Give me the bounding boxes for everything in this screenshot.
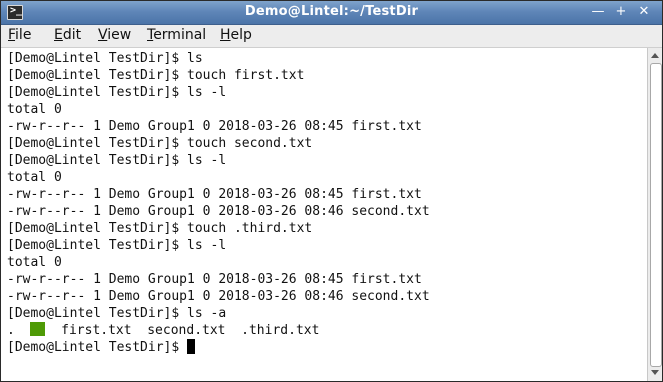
terminal-line: -rw-r--r-- 1 Demo Group1 0 2018-03-26 08… <box>7 187 422 202</box>
terminal-line: [Demo@Lintel TestDir]$ touch .third.txt <box>7 221 313 236</box>
shell-prompt: [Demo@Lintel TestDir]$ <box>7 340 188 355</box>
terminal-line: total 0 <box>7 255 62 270</box>
dot-entry: . <box>7 323 15 338</box>
close-button[interactable]: ✕ <box>634 4 654 20</box>
maximize-button[interactable]: + <box>611 4 631 20</box>
minimize-button[interactable]: — <box>588 4 608 20</box>
menu-view-label: iew <box>107 27 132 43</box>
menu-file-label: ile <box>15 27 32 43</box>
scroll-down-arrow-icon[interactable] <box>651 370 659 375</box>
terminal-window: >_ Demo@Lintel:~/TestDir — + ✕ File Edit… <box>0 0 663 382</box>
menu-file[interactable]: File <box>8 27 31 43</box>
menu-help[interactable]: Help <box>220 27 252 43</box>
menu-help-label: elp <box>230 27 252 43</box>
scroll-up-arrow-icon[interactable] <box>651 53 659 58</box>
file-list: first.txt second.txt .third.txt <box>45 323 320 338</box>
terminal-line: [Demo@Lintel TestDir]$ ls -l <box>7 238 227 253</box>
menu-file-mnemonic: F <box>8 27 16 43</box>
terminal-line: -rw-r--r-- 1 Demo Group1 0 2018-03-26 08… <box>7 119 422 134</box>
menu-edit-mnemonic: E <box>54 27 63 43</box>
terminal-line: [Demo@Lintel TestDir]$ touch first.txt <box>7 68 305 83</box>
prompt-line: [Demo@Lintel TestDir]$ <box>7 339 196 356</box>
terminal-line: [Demo@Lintel TestDir]$ ls -l <box>7 153 227 168</box>
menu-edit-label: dit <box>62 27 82 43</box>
terminal-line: -rw-r--r-- 1 Demo Group1 0 2018-03-26 08… <box>7 204 430 219</box>
menu-help-mnemonic: H <box>220 27 231 43</box>
menu-terminal-label: erminal <box>153 27 207 43</box>
text-cursor <box>187 339 196 354</box>
terminal-line: [Demo@Lintel TestDir]$ ls -a <box>7 306 227 321</box>
terminal-line: [Demo@Lintel TestDir]$ touch second.txt <box>7 136 313 151</box>
title-bar[interactable]: >_ Demo@Lintel:~/TestDir — + ✕ <box>1 1 662 25</box>
terminal-output-area[interactable]: [Demo@Lintel TestDir]$ ls [Demo@Lintel T… <box>1 48 647 381</box>
menu-view-mnemonic: V <box>98 27 108 43</box>
menu-view[interactable]: View <box>98 27 131 43</box>
terminal-line: [Demo@Lintel TestDir]$ ls <box>7 51 203 66</box>
vertical-scrollbar[interactable] <box>647 48 662 381</box>
terminal-line: [Demo@Lintel TestDir]$ ls -l <box>7 85 227 100</box>
ls-a-output-line: . first.txt second.txt .third.txt <box>7 322 319 339</box>
terminal-line: -rw-r--r-- 1 Demo Group1 0 2018-03-26 08… <box>7 272 422 287</box>
terminal-line: -rw-r--r-- 1 Demo Group1 0 2018-03-26 08… <box>7 289 430 304</box>
dotdot-directory-highlight <box>30 322 46 336</box>
terminal-line: total 0 <box>7 170 62 185</box>
window-title: Demo@Lintel:~/TestDir <box>244 4 419 19</box>
terminal-line: total 0 <box>7 102 62 117</box>
menu-terminal[interactable]: Terminal <box>147 27 206 43</box>
scrollbar-thumb[interactable] <box>650 63 662 367</box>
menu-edit[interactable]: Edit <box>54 27 81 43</box>
menu-bar: File Edit View Terminal Help <box>1 25 662 48</box>
